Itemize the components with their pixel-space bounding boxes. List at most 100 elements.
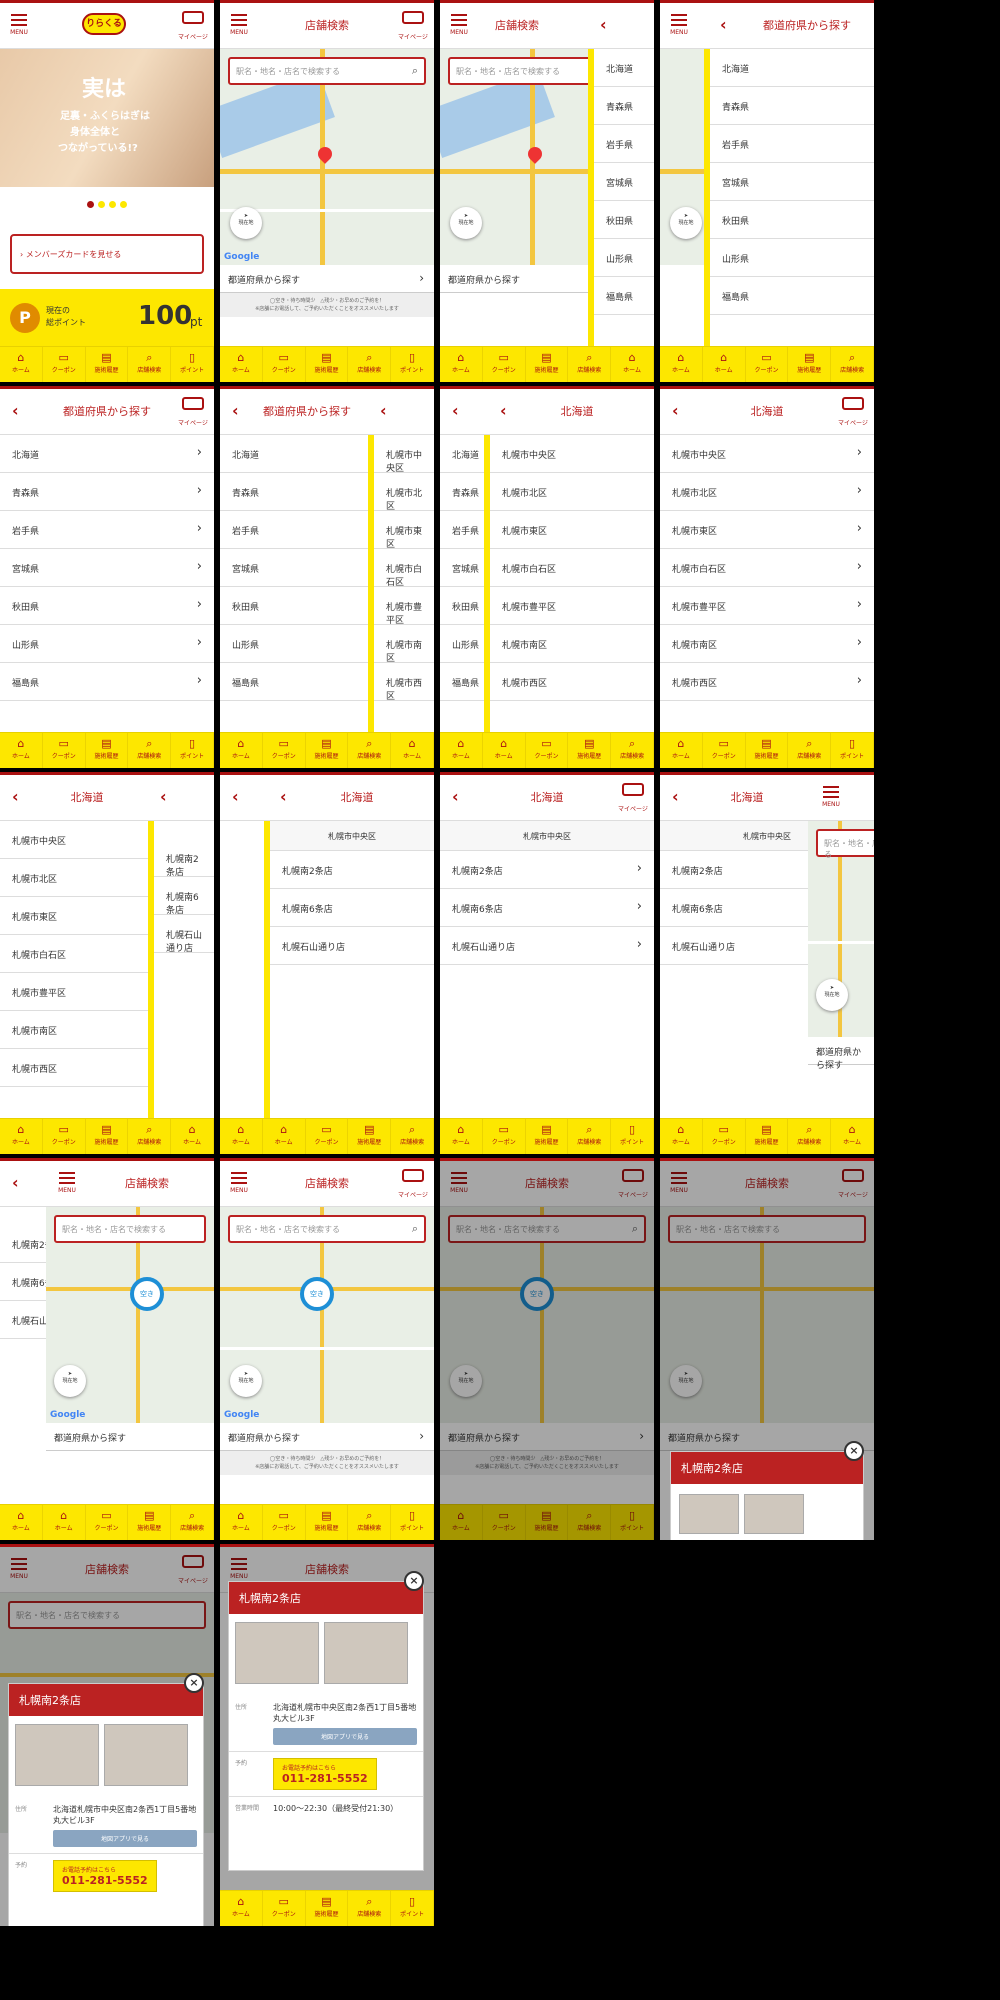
- carousel-dots[interactable]: [0, 187, 214, 218]
- back-icon[interactable]: ‹: [232, 789, 239, 805]
- tab-points[interactable]: ▯ ポイント: [391, 347, 434, 382]
- tab-history[interactable]: ▤ 施術履歴: [746, 1119, 789, 1154]
- list-item[interactable]: 札幌市北区 ›: [660, 473, 874, 511]
- tab-points[interactable]: ▯ ポイント: [171, 733, 214, 768]
- list-item[interactable]: 札幌南6条店: [270, 889, 434, 927]
- close-icon[interactable]: ×: [184, 1673, 204, 1693]
- tab-history[interactable]: ▤ 施術履歴: [306, 347, 349, 382]
- tab-home[interactable]: ⌂ ホーム: [391, 733, 434, 768]
- tab-home[interactable]: ⌂ ホーム: [220, 347, 263, 382]
- list-item[interactable]: 青森県 ›: [0, 473, 214, 511]
- back-icon[interactable]: ‹: [720, 17, 727, 33]
- tab-home[interactable]: ⌂ ホーム: [660, 347, 703, 382]
- mypage-button[interactable]: マイページ: [398, 11, 428, 43]
- tab-store-search[interactable]: ⌕ 店舗検索: [831, 347, 874, 382]
- mypage-button[interactable]: マイページ: [178, 11, 208, 43]
- tab-coupon[interactable]: ▭ クーポン: [263, 1891, 306, 1926]
- mypage-button[interactable]: マイページ: [618, 783, 648, 815]
- overlay[interactable]: [440, 1161, 654, 1540]
- list-item[interactable]: 札幌市中央区 ›: [660, 435, 874, 473]
- list-item[interactable]: 札幌市東区: [490, 511, 654, 549]
- list-item[interactable]: 札幌石山通り店 ›: [440, 927, 654, 965]
- tab-history[interactable]: ▤ 施術履歴: [568, 733, 612, 768]
- list-item[interactable]: 札幌市豊平区: [374, 587, 434, 626]
- menu-button[interactable]: MENU: [56, 1169, 78, 1194]
- list-item[interactable]: 札幌南2条店: [270, 851, 434, 889]
- tab-coupon[interactable]: ▭ クーポン: [43, 347, 86, 382]
- list-item[interactable]: 秋田県: [594, 201, 654, 239]
- tab-store-search[interactable]: ⌕ 店舗検索: [788, 1119, 832, 1154]
- tab-coupon[interactable]: ▭ クーポン: [43, 1119, 86, 1154]
- tab-coupon[interactable]: ▭ クーポン: [746, 347, 789, 382]
- map-pin[interactable]: [315, 144, 335, 164]
- list-item[interactable]: 札幌市北区: [374, 473, 434, 512]
- pref-search-button[interactable]: 都道府県から探す ›: [220, 1423, 434, 1451]
- tab-coupon[interactable]: ▭ クーポン: [43, 733, 86, 768]
- tab-home[interactable]: ⌂ ホーム: [171, 1119, 214, 1154]
- tab-home[interactable]: ⌂ ホーム: [440, 347, 483, 382]
- menu-button[interactable]: MENU: [820, 783, 842, 808]
- tab-home[interactable]: ⌂ ホーム: [660, 733, 703, 768]
- tab-points[interactable]: ▯ ポイント: [611, 1119, 654, 1154]
- tab-store-search[interactable]: ⌕ 店舗検索: [348, 347, 392, 382]
- tab-history[interactable]: ▤ 施術履歴: [86, 1119, 129, 1154]
- tab-history[interactable]: ▤ 施術履歴: [86, 733, 129, 768]
- list-item[interactable]: 札幌南2条店 ›: [440, 851, 654, 889]
- pref-search-button[interactable]: 都道府県から探す ›: [220, 265, 434, 293]
- list-item[interactable]: 宮城県: [594, 163, 654, 201]
- pref-search-button[interactable]: 都道府県から探す: [808, 1037, 874, 1071]
- back-icon[interactable]: ‹: [600, 17, 607, 33]
- list-item[interactable]: 青森県: [710, 87, 874, 125]
- search-input[interactable]: 駅名・地名・店名で検索する: [816, 829, 874, 859]
- list-item[interactable]: 札幌市北区: [490, 473, 654, 511]
- tab-store-search[interactable]: ⌕ 店舗検索: [128, 347, 172, 382]
- tab-coupon[interactable]: ▭ クーポン: [263, 733, 306, 768]
- map-app-button[interactable]: 地図アプリで見る: [53, 1830, 197, 1847]
- tab-home[interactable]: ⌂ ホーム: [263, 1119, 306, 1154]
- tab-coupon[interactable]: ▭ クーポン: [703, 1119, 746, 1154]
- list-item[interactable]: 岩手県: [594, 125, 654, 163]
- list-item[interactable]: 北海道 ›: [0, 435, 214, 473]
- mypage-button[interactable]: マイページ: [178, 397, 208, 429]
- map-app-button[interactable]: 地図アプリで見る: [273, 1728, 417, 1745]
- tab-home[interactable]: ⌂ ホーム: [0, 733, 43, 768]
- tab-home[interactable]: ⌂ ホーム: [831, 1119, 874, 1154]
- list-item[interactable]: 札幌石山通り店: [270, 927, 434, 965]
- phone-reserve-button[interactable]: お電話予約はこちら 011-281-5552: [53, 1860, 157, 1892]
- tab-points[interactable]: ▯ ポイント: [391, 1505, 434, 1540]
- promo-banner[interactable]: 実は 足裏・ふくらはぎは 身体全体と つながっている!?: [0, 49, 214, 187]
- tab-history[interactable]: ▤ 施術履歴: [526, 347, 569, 382]
- list-item[interactable]: 宮城県 ›: [0, 549, 214, 587]
- tab-home[interactable]: ⌂ ホーム: [0, 1119, 43, 1154]
- list-item[interactable]: 札幌市中央区: [490, 435, 654, 473]
- vacancy-marker[interactable]: 空き: [300, 1277, 334, 1311]
- list-item[interactable]: 札幌南6条店: [154, 877, 214, 916]
- list-item[interactable]: 札幌市白石区 ›: [660, 549, 874, 587]
- list-item[interactable]: 札幌市南区: [490, 625, 654, 663]
- list-item[interactable]: 岩手県 ›: [0, 511, 214, 549]
- tab-store-search[interactable]: ⌕ 店舗検索: [391, 1119, 434, 1154]
- tab-store-search[interactable]: ⌕ 店舗検索: [788, 733, 832, 768]
- tab-points[interactable]: ▯ ポイント: [831, 733, 874, 768]
- tab-history[interactable]: ▤ 施術履歴: [306, 1505, 349, 1540]
- tab-home[interactable]: ⌂ ホーム: [703, 347, 746, 382]
- list-item[interactable]: 札幌南2条店: [154, 839, 214, 878]
- list-item[interactable]: 秋田県 ›: [0, 587, 214, 625]
- phone-reserve-button[interactable]: お電話予約はこちら 011-281-5552: [273, 1758, 377, 1790]
- menu-button[interactable]: MENU: [668, 11, 690, 36]
- mypage-button[interactable]: マイページ: [838, 397, 868, 429]
- list-item[interactable]: 北海道: [594, 49, 654, 87]
- search-input[interactable]: 駅名・地名・店名で検索する ⌕: [228, 57, 426, 85]
- tab-history[interactable]: ▤ 施術履歴: [348, 1119, 392, 1154]
- tab-home[interactable]: ⌂ ホーム: [483, 733, 526, 768]
- list-item[interactable]: 山形県 ›: [0, 625, 214, 663]
- tab-store-search[interactable]: ⌕ 店舗検索: [611, 733, 654, 768]
- tab-points[interactable]: ▯ ポイント: [171, 347, 214, 382]
- tab-history[interactable]: ▤ 施術履歴: [306, 733, 349, 768]
- tab-coupon[interactable]: ▭ クーポン: [263, 1505, 306, 1540]
- pref-search-button[interactable]: 都道府県から探す: [46, 1423, 214, 1451]
- tab-home[interactable]: ⌂ ホーム: [0, 1505, 43, 1540]
- list-item[interactable]: 札幌市白石区: [374, 549, 434, 588]
- map[interactable]: 駅名・地名・店名で検索する ⌕ ➤ 現在地 Google: [220, 49, 434, 265]
- list-item[interactable]: 札幌市中央区: [374, 435, 434, 474]
